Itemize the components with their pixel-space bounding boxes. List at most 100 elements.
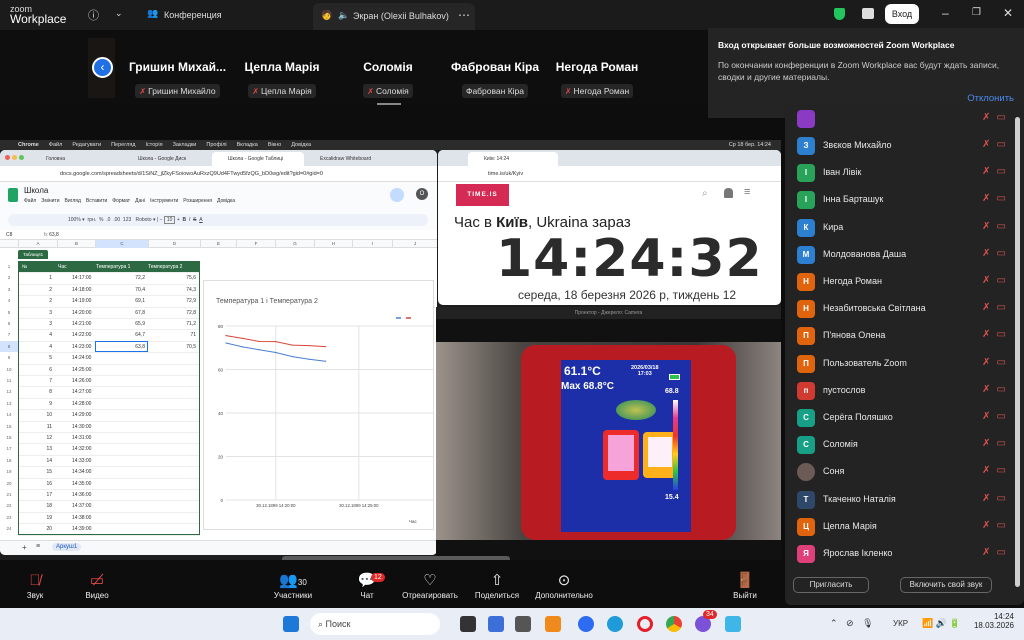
participant-row[interactable]: Ц Цепла Марія ✗▭: [797, 517, 1012, 536]
restore-button[interactable]: ❐: [972, 7, 981, 18]
line-chart[interactable]: Температура 1 і Температура 2 0 20 40 60 80 30…: [203, 280, 437, 530]
column-header[interactable]: I: [352, 240, 392, 248]
data-point[interactable]: [242, 337, 244, 339]
row-number[interactable]: 12: [0, 386, 18, 397]
zoom-select[interactable]: 100%: [68, 217, 81, 223]
column-header[interactable]: B: [57, 240, 95, 248]
participant-row[interactable]: П П'янова Олена ✗▭: [797, 327, 1012, 346]
chrome-icon[interactable]: [666, 616, 682, 632]
row-number[interactable]: 9: [0, 352, 18, 363]
participant-row[interactable]: І Іван Лівік ✗▭: [797, 164, 1012, 183]
dismiss-link[interactable]: Отклонить: [967, 93, 1014, 104]
sheets-menu-item[interactable]: Файл: [24, 198, 36, 204]
column-header[interactable]: D: [148, 240, 200, 248]
column-header[interactable]: H: [314, 240, 352, 248]
row-number[interactable]: 3: [0, 284, 18, 295]
video-tile[interactable]: Соломія ✗ Соломія: [338, 60, 438, 99]
data-point[interactable]: [325, 360, 327, 362]
participant-row[interactable]: Соня ✗▭: [797, 463, 1012, 482]
tab-home[interactable]: Головна: [30, 152, 120, 166]
address-bar[interactable]: docs.google.com/spreadsheets/d/1SiNZ_jlZ…: [0, 166, 437, 182]
zoom-dot[interactable]: [19, 155, 24, 160]
data-point[interactable]: [258, 349, 260, 351]
network-volume-battery[interactable]: 📶 🔊 🔋: [922, 618, 961, 629]
row-number[interactable]: 20: [0, 478, 18, 489]
leave-button[interactable]: 🚪 Выйти: [705, 571, 785, 600]
formula-value[interactable]: 63,8: [49, 232, 59, 238]
participant-row[interactable]: Т Ткаченко Наталія ✗▭: [797, 490, 1012, 509]
more-button[interactable]: ⊙ Дополнительно: [524, 571, 604, 600]
minimize-button[interactable]: –: [942, 6, 949, 20]
all-sheets-button[interactable]: ≡: [36, 543, 40, 550]
mac-menu-item[interactable]: Перегляд: [111, 142, 135, 148]
timeis-logo[interactable]: TIME.IS: [456, 184, 509, 206]
currency-format[interactable]: грн.: [87, 217, 96, 223]
close-dot[interactable]: [5, 155, 10, 160]
row-number[interactable]: 2: [0, 272, 18, 283]
data-point[interactable]: [291, 344, 293, 346]
task-view-icon[interactable]: [460, 616, 476, 632]
zoom-app-icon[interactable]: [578, 616, 594, 632]
row-number[interactable]: 10: [0, 364, 18, 375]
user-icon[interactable]: [724, 188, 733, 198]
video-tile[interactable]: Фаброван Кіра Фаброван Кіра: [445, 60, 545, 99]
clock[interactable]: 14:24 18.03.2026: [968, 612, 1014, 630]
edge-icon[interactable]: [607, 616, 623, 632]
data-point[interactable]: [242, 346, 244, 348]
participant-row[interactable]: С Серёга Поляшко ✗▭: [797, 409, 1012, 427]
data-point[interactable]: [225, 334, 227, 337]
mac-menu-item[interactable]: Закладки: [173, 142, 197, 148]
row-number[interactable]: 6: [0, 318, 18, 329]
mac-dock[interactable]: [282, 556, 510, 560]
notepad-icon[interactable]: [488, 616, 504, 632]
sheets-menu-item[interactable]: Вставити: [86, 198, 107, 204]
mac-menu-item[interactable]: Історія: [146, 142, 163, 148]
share-button[interactable]: [390, 188, 404, 202]
participant-row[interactable]: Я Ярослав Ікленко ✗▭: [797, 545, 1012, 563]
row-number[interactable]: 23: [0, 512, 18, 523]
row-number[interactable]: 18: [0, 455, 18, 466]
row-number[interactable]: 19: [0, 466, 18, 477]
mac-menu-item[interactable]: Редагувати: [72, 142, 101, 148]
participant-row[interactable]: Н Негода Роман ✗▭: [797, 273, 1012, 291]
invite-button[interactable]: Пригласить: [793, 577, 869, 593]
row-number[interactable]: 11: [0, 375, 18, 386]
scrollbar[interactable]: [1015, 117, 1020, 587]
participant-row[interactable]: п пустослов ✗▭: [797, 381, 1012, 400]
sheets-menu-item[interactable]: Розширення: [183, 198, 212, 204]
mac-menu-item[interactable]: Файл: [49, 142, 63, 148]
participants-button[interactable]: 👥30 Участники: [253, 571, 333, 600]
row-number[interactable]: 24: [0, 523, 18, 534]
mac-menu-item[interactable]: Профілі: [206, 142, 226, 148]
account-avatar[interactable]: O: [416, 188, 428, 200]
data-point[interactable]: [275, 341, 277, 343]
row-number[interactable]: 13: [0, 398, 18, 409]
search-box[interactable]: ⌕ Поиск: [310, 613, 440, 635]
data-point[interactable]: [325, 346, 327, 348]
unmute-self-button[interactable]: Включить свой звук: [900, 577, 992, 593]
participant-row[interactable]: К Кира ✗▭: [797, 218, 1012, 237]
row-number[interactable]: 5: [0, 307, 18, 318]
column-header[interactable]: C: [95, 240, 148, 248]
data-point[interactable]: [225, 342, 227, 344]
row-number[interactable]: 1: [0, 261, 18, 272]
sheets-menu-item[interactable]: Інструменти: [150, 198, 178, 204]
security-shield-icon[interactable]: [834, 8, 845, 20]
participant-row[interactable]: Н Незабитовська Світлана ✗▭: [797, 300, 1012, 319]
column-header[interactable]: A: [18, 240, 57, 248]
sheets-menu-item[interactable]: Вигляд: [65, 198, 81, 204]
sheets-menu-item[interactable]: Змінити: [41, 198, 59, 204]
system-tray[interactable]: ⌃ ⊘ 🎙: [830, 618, 874, 629]
row-number[interactable]: 16: [0, 432, 18, 443]
data-point[interactable]: [291, 356, 293, 358]
participant-row[interactable]: З Звєков Михайло ✗▭: [797, 137, 1012, 155]
close-button[interactable]: ✕: [1003, 6, 1013, 20]
video-button[interactable]: ▭̸ Видео: [57, 571, 137, 600]
screen-share-tab[interactable]: 🧑 🔈 Экран (Olexii Bulhakov) ⋯: [313, 3, 475, 30]
data-point[interactable]: [308, 344, 310, 347]
participant-row[interactable]: С Соломія ✗▭: [797, 436, 1012, 455]
tab-excalidraw[interactable]: Excalidraw Whiteboard: [304, 152, 394, 166]
sheets-menu-item[interactable]: Довідка: [217, 198, 235, 204]
chevron-down-icon[interactable]: ⌄: [115, 8, 123, 19]
row-number[interactable]: 14: [0, 409, 18, 420]
